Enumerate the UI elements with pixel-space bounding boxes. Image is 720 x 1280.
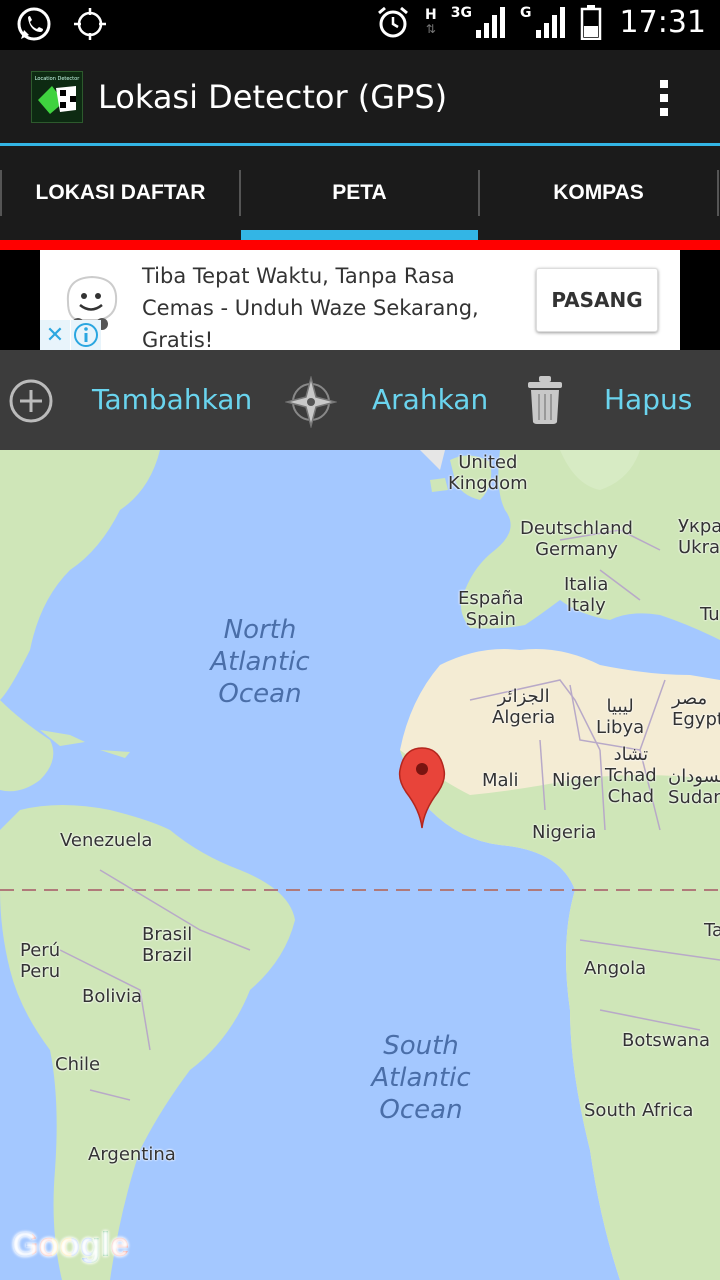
map-view[interactable]: United Kingdom Deutschland Germany Укра Ukr… (0, 450, 720, 1280)
ad-banner[interactable]: Tiba Tepat Waktu, Tanpa Rasa Cemas - Und… (40, 250, 680, 350)
map-toolbar: Tambahkan Arahkan Hapus (0, 350, 720, 450)
network-type-g: G (520, 5, 532, 21)
map-label-tanzania: Ta (704, 920, 720, 941)
delete-button[interactable]: Hapus (604, 383, 692, 416)
map-label-chad: تشاد Tchad Chad (605, 744, 657, 807)
status-bar: H ⇅ 3G G 17:31 (0, 0, 720, 50)
tab-bar: LOKASI DAFTAR PETA KOMPAS (0, 146, 720, 240)
map-label-germany: Deutschland Germany (520, 518, 633, 560)
ad-close-icon[interactable]: ✕ (40, 320, 70, 350)
tab-peta[interactable]: PETA (241, 146, 478, 240)
navigate-button[interactable]: Arahkan (372, 383, 488, 416)
google-logo: Google (12, 1226, 129, 1265)
map-label-chile: Chile (55, 1054, 101, 1075)
ad-text: Tiba Tepat Waktu, Tanpa Rasa Cemas - Und… (142, 264, 479, 350)
battery-icon (580, 5, 601, 40)
network-type-3g: 3G (450, 5, 473, 21)
app-title: Lokasi Detector (GPS) (98, 78, 448, 116)
install-button[interactable]: PASANG (536, 268, 658, 332)
signal-g-indicator: G (520, 6, 568, 38)
network-h-indicator: H ⇅ (424, 7, 437, 36)
network-type-h: H (424, 7, 437, 23)
map-label-south-africa: South Africa (584, 1100, 694, 1121)
add-circle-icon[interactable] (8, 378, 54, 424)
tab-kompas[interactable]: KOMPAS (480, 146, 717, 240)
map-label-spain: España Spain (458, 588, 524, 630)
map-label-botswana: Botswana (622, 1030, 710, 1051)
location-target-icon (74, 8, 106, 40)
selected-tab-indicator (241, 230, 478, 240)
ad-info-icon[interactable] (71, 320, 101, 350)
map-label-ukraine: Укра Ukra (678, 516, 720, 558)
signal-strength-icon (535, 7, 565, 38)
map-label-south-atlantic: South Atlantic Ocean (371, 1031, 471, 1125)
tab-divider (717, 170, 719, 216)
map-label-libya: ليبيا Libya (596, 696, 645, 738)
svg-text:Location Detector: Location Detector (35, 76, 80, 82)
map-label-algeria: الجزائر Algeria (492, 686, 556, 728)
map-label-sudan: السودانSudan (668, 766, 720, 808)
overflow-menu-icon[interactable] (652, 80, 676, 120)
map-label-brazil: Brasil Brazil (142, 924, 193, 966)
map-label-italy: Italia Italy (564, 574, 609, 616)
map-label-venezuela: Venezuela (60, 830, 153, 851)
app-logo: Location Detector (31, 71, 83, 123)
map-label-angola: Angola (584, 958, 647, 979)
add-location-button[interactable]: Tambahkan (92, 383, 252, 416)
map-label-tunisia: Tu (700, 604, 720, 625)
alarm-icon (377, 6, 408, 38)
map-label-uk: United Kingdom (448, 452, 528, 494)
trash-icon[interactable] (525, 374, 565, 426)
compass-icon[interactable] (285, 376, 337, 428)
map-label-mali: Mali (482, 770, 519, 791)
location-marker-icon[interactable] (398, 746, 446, 830)
map-label-peru: Perú Peru (20, 940, 61, 982)
red-divider (0, 240, 720, 250)
signal-3g-indicator: 3G (451, 6, 508, 38)
map-label-north-atlantic: North Atlantic Ocean (210, 615, 310, 709)
google-logo-text: Google (12, 1226, 130, 1264)
whatsapp-icon (17, 7, 51, 41)
action-bar: Location Detector Lokasi Detector (GPS) (0, 50, 720, 143)
signal-strength-icon (476, 7, 506, 38)
tab-lokasi-daftar[interactable]: LOKASI DAFTAR (2, 146, 239, 240)
map-label-argentina: Argentina (88, 1144, 176, 1165)
status-time: 17:31 (619, 4, 706, 40)
app-logo-icon: Location Detector (32, 72, 82, 122)
map-label-egypt: مصر Egypt (672, 688, 720, 730)
map-label-nigeria: Nigeria (532, 822, 597, 843)
map-label-niger: Niger (552, 770, 601, 791)
map-label-bolivia: Bolivia (82, 986, 143, 1007)
